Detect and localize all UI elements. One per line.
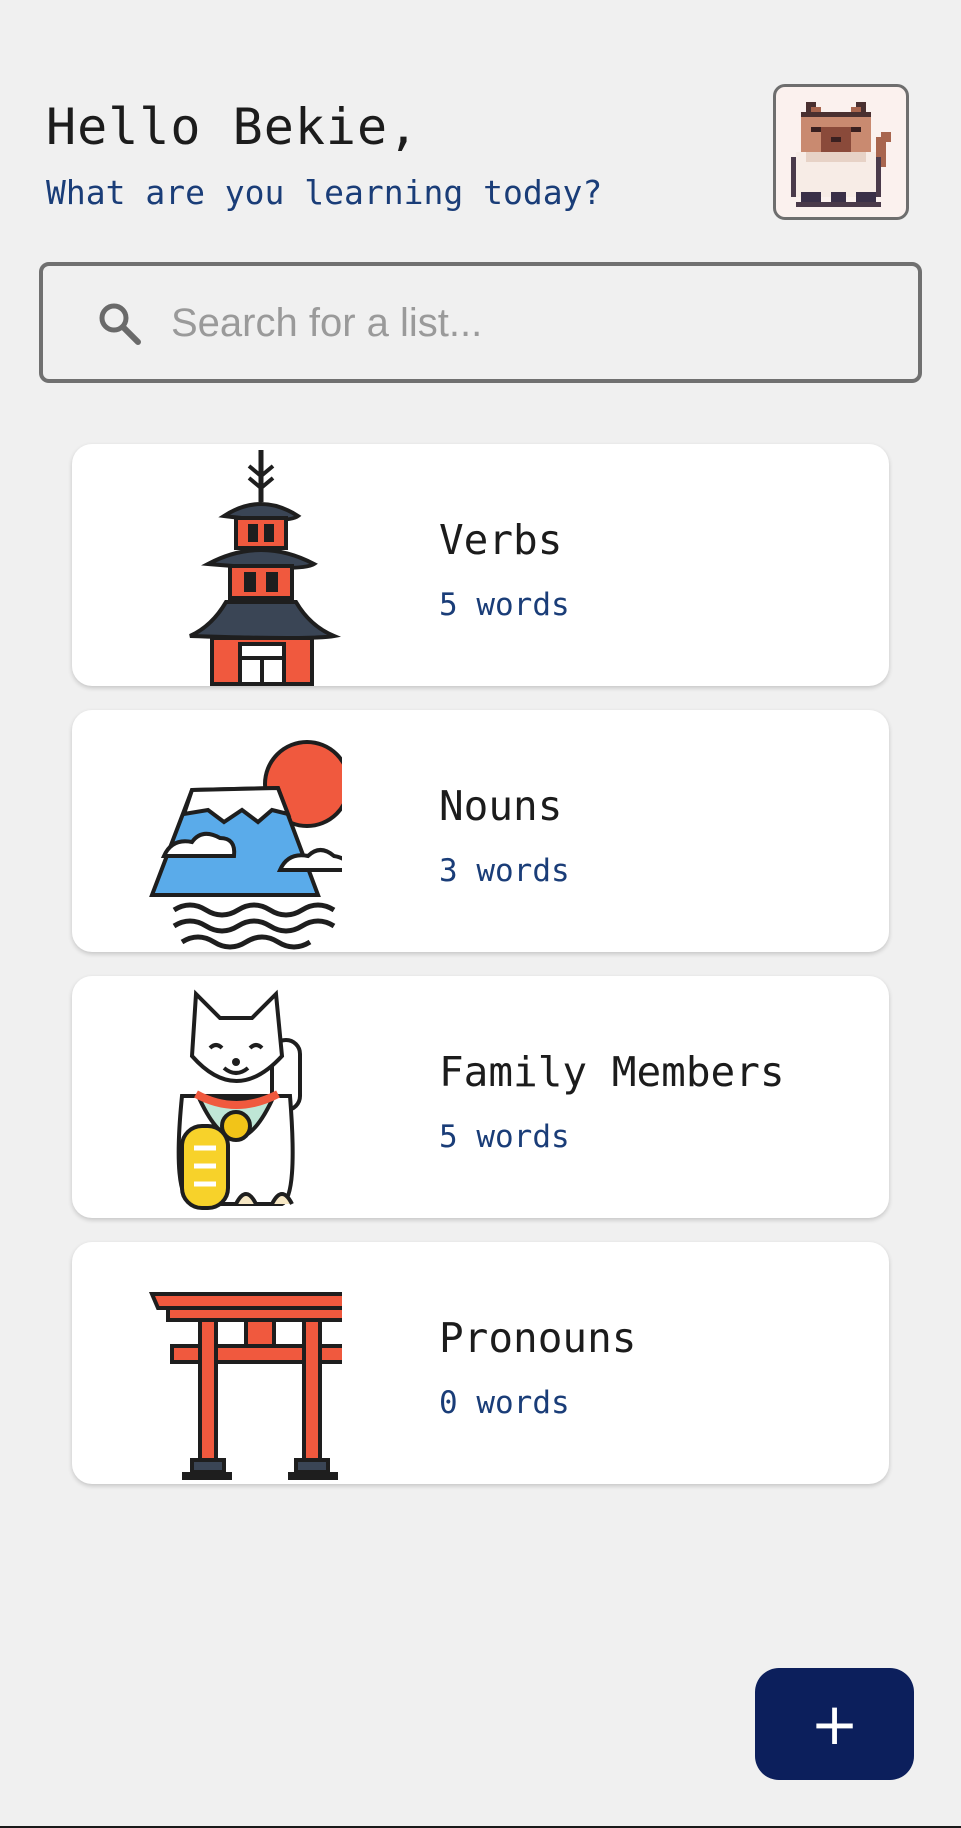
list-card-verbs[interactable]: Verbs 5 words [72, 444, 889, 686]
search-bar[interactable] [39, 262, 922, 383]
add-icon: + [810, 1690, 859, 1758]
list-card-nouns[interactable]: Nouns 3 words [72, 710, 889, 952]
profile-avatar-button[interactable] [773, 84, 909, 220]
list-word-count: 5 words [439, 1119, 570, 1155]
greeting-subtitle: What are you learning today? [46, 173, 603, 212]
pagoda-icon [189, 450, 342, 686]
list-title: Nouns [439, 782, 563, 830]
list-title: Verbs [439, 516, 563, 564]
list-word-count: 3 words [439, 853, 570, 889]
list-title: Family Members [439, 1048, 785, 1096]
list-word-count: 5 words [439, 587, 570, 623]
torii-gate-icon [148, 1292, 342, 1480]
pixel-cat-icon [791, 102, 891, 207]
add-list-button[interactable]: + [755, 1668, 914, 1780]
greeting-title: Hello Bekie, [46, 98, 420, 156]
search-input[interactable] [171, 286, 891, 360]
list-card-pronouns[interactable]: Pronouns 0 words [72, 1242, 889, 1484]
mount-fuji-icon [149, 740, 342, 950]
list-word-count: 0 words [439, 1385, 570, 1421]
lucky-cat-icon [176, 989, 302, 1210]
list-card-family-members[interactable]: Family Members 5 words [72, 976, 889, 1218]
list-title: Pronouns [439, 1314, 637, 1362]
search-icon [99, 303, 141, 345]
